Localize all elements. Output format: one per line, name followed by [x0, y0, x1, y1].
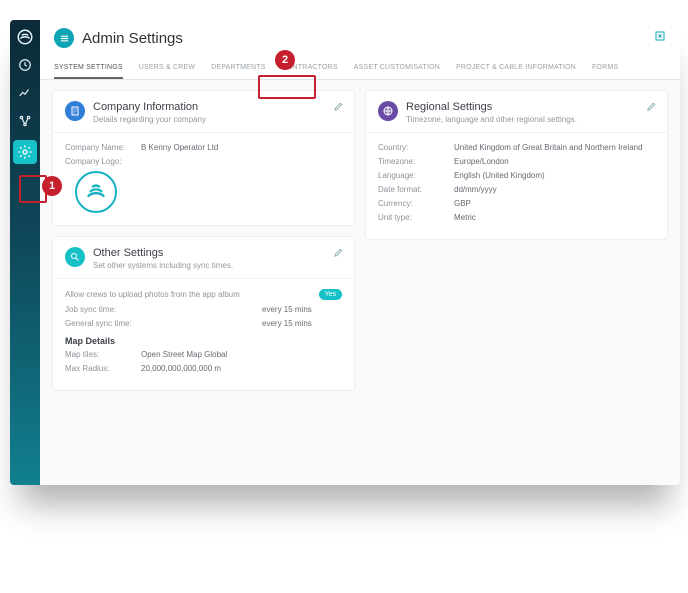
max-radius-value: 20,000,000,000,000 m — [141, 364, 221, 373]
company-card-header: Company Information Details regarding yo… — [53, 91, 354, 133]
timezone-label: Timezone: — [378, 157, 448, 166]
sidebar — [10, 20, 40, 485]
unittype-value: Metric — [454, 213, 476, 222]
currency-label: Currency: — [378, 199, 448, 208]
language-label: Language: — [378, 171, 448, 180]
max-radius-label: Max Radius: — [65, 364, 135, 373]
menu-toggle-icon[interactable] — [54, 28, 74, 48]
main-area: Admin Settings SYSTEM SETTINGS USERS & C… — [40, 20, 680, 485]
other-card-subtitle: Set other systems including sync times. — [93, 261, 233, 270]
regional-card-subtitle: Timezone, language and other regional se… — [406, 115, 577, 124]
annotation-marker-1: 1 — [42, 176, 62, 196]
expand-icon[interactable] — [654, 29, 666, 47]
general-sync-value: every 15 mins — [262, 319, 342, 328]
edit-pencil-icon[interactable] — [333, 101, 344, 114]
left-column: Company Information Details regarding yo… — [52, 90, 355, 391]
annotation-marker-2: 2 — [275, 50, 295, 70]
content-grid: Company Information Details regarding yo… — [40, 80, 680, 401]
company-logo-label: Company Logo: — [65, 157, 135, 166]
company-card-subtitle: Details regarding your company — [93, 115, 206, 124]
allow-upload-label: Allow crews to upload photos from the ap… — [65, 290, 240, 299]
other-settings-card: Other Settings Set other systems includi… — [52, 236, 355, 391]
header: Admin Settings — [40, 20, 680, 56]
company-logo-icon — [75, 171, 117, 213]
country-label: Country: — [378, 143, 448, 152]
general-sync-label: General sync time: — [65, 319, 132, 328]
logo-icon[interactable] — [16, 28, 34, 46]
company-name-value: B Kenny Operator Ltd — [141, 143, 218, 152]
globe-icon — [378, 101, 398, 121]
regional-card-header: Regional Settings Timezone, language and… — [366, 91, 667, 133]
job-sync-label: Job sync time: — [65, 305, 116, 314]
map-tiles-label: Map tiles: — [65, 350, 135, 359]
building-icon — [65, 101, 85, 121]
tab-asset-customisation[interactable]: ASSET CUSTOMISATION — [354, 56, 440, 79]
other-card-title: Other Settings — [93, 247, 233, 259]
app-window: Admin Settings SYSTEM SETTINGS USERS & C… — [10, 20, 680, 485]
job-sync-value: every 15 mins — [262, 305, 342, 314]
settings-gear-icon[interactable] — [13, 140, 37, 164]
tab-project-cable[interactable]: PROJECT & CABLE INFORMATION — [456, 56, 576, 79]
currency-value: GBP — [454, 199, 471, 208]
company-card-title: Company Information — [93, 101, 206, 113]
company-name-label: Company Name: — [65, 143, 135, 152]
other-card-header: Other Settings Set other systems includi… — [53, 237, 354, 279]
tab-departments[interactable]: DEPARTMENTS — [211, 56, 265, 79]
map-tiles-value: Open Street Map Global — [141, 350, 227, 359]
wrench-icon — [65, 247, 85, 267]
tabs: SYSTEM SETTINGS USERS & CREW DEPARTMENTS… — [40, 56, 680, 80]
country-value: United Kingdom of Great Britain and Nort… — [454, 143, 643, 152]
regional-card-title: Regional Settings — [406, 101, 577, 113]
language-value: English (United Kingdom) — [454, 171, 545, 180]
dashboard-icon[interactable] — [16, 56, 34, 74]
analytics-icon[interactable] — [16, 84, 34, 102]
network-icon[interactable] — [16, 112, 34, 130]
edit-pencil-icon[interactable] — [333, 247, 344, 260]
page-title: Admin Settings — [82, 30, 183, 47]
tab-forms[interactable]: FORMS — [592, 56, 618, 79]
map-details-heading: Map Details — [65, 336, 342, 346]
dateformat-value: dd/mm/yyyy — [454, 185, 497, 194]
unittype-label: Unit type: — [378, 213, 448, 222]
regional-card: Regional Settings Timezone, language and… — [365, 90, 668, 240]
yes-badge: Yes — [319, 289, 342, 300]
timezone-value: Europe/London — [454, 157, 509, 166]
company-card: Company Information Details regarding yo… — [52, 90, 355, 226]
tab-system-settings[interactable]: SYSTEM SETTINGS — [54, 56, 123, 79]
dateformat-label: Date format: — [378, 185, 448, 194]
edit-pencil-icon[interactable] — [646, 101, 657, 114]
tab-users-crew[interactable]: USERS & CREW — [139, 56, 195, 79]
